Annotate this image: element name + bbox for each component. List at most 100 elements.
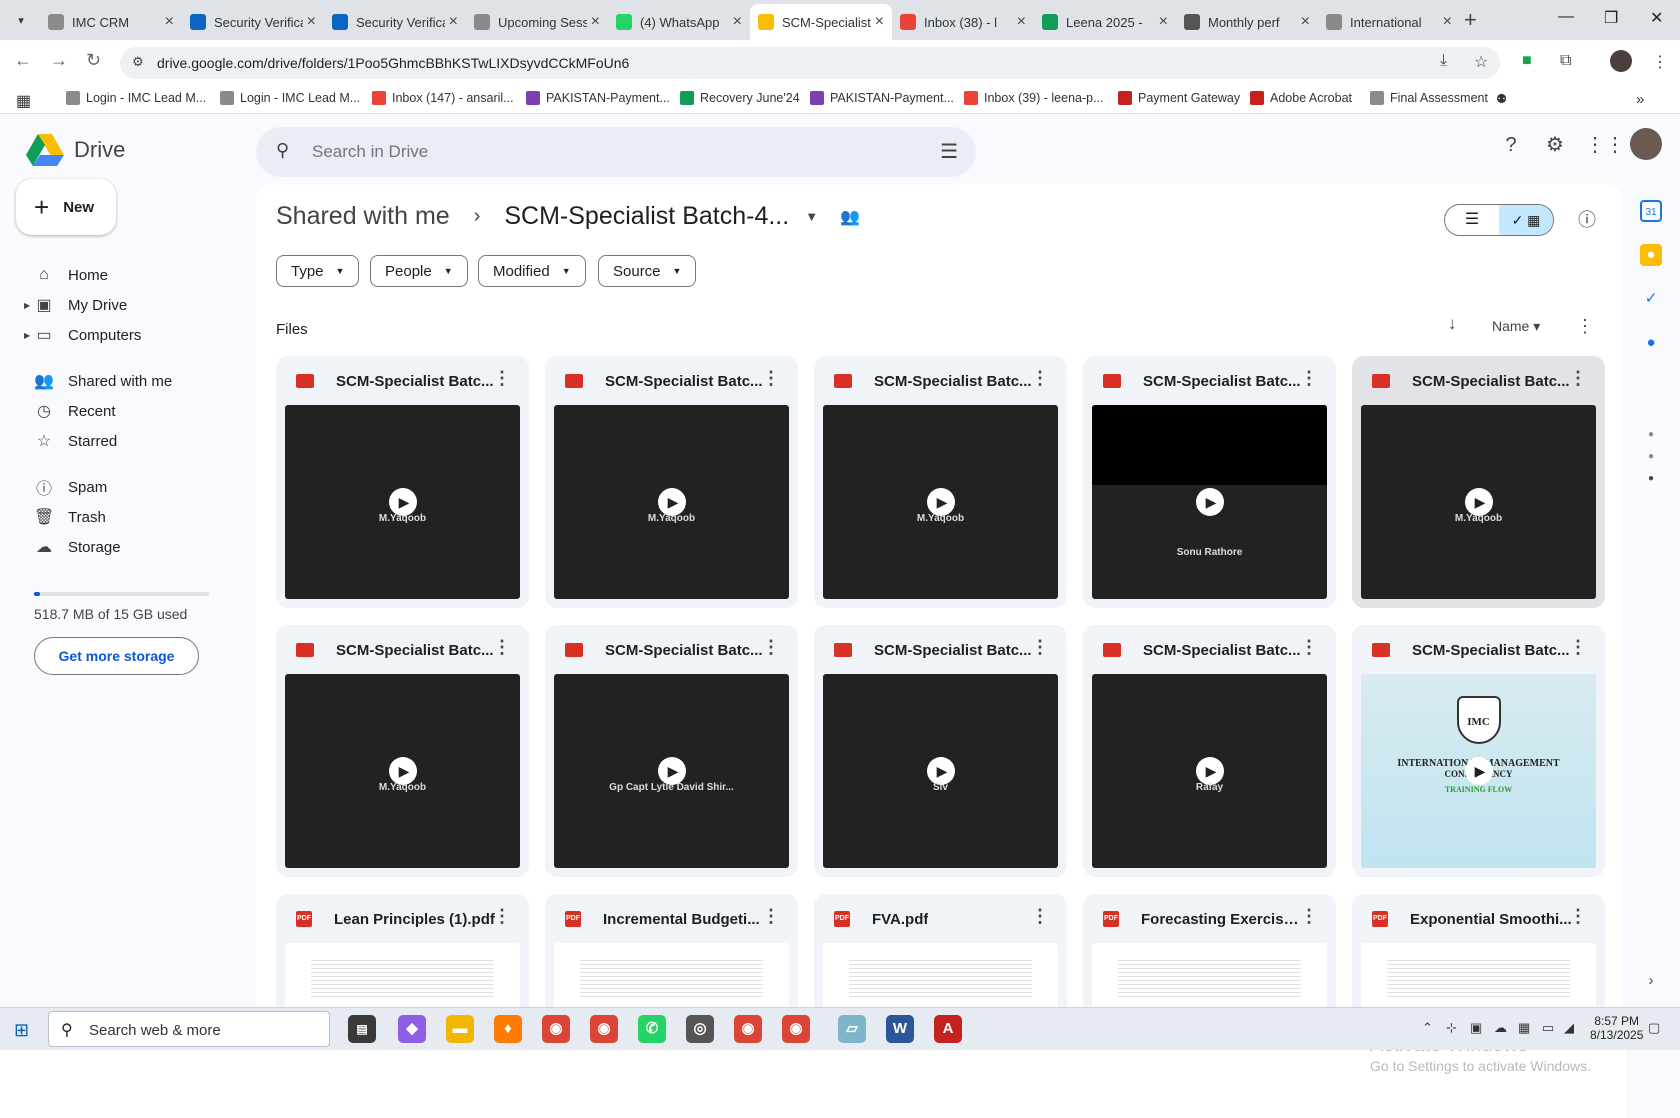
more-actions-icon[interactable]: ⋮ (493, 368, 511, 389)
more-actions-icon[interactable]: ⋮ (1300, 906, 1318, 927)
chrome-icon[interactable]: ◉ (542, 1015, 570, 1043)
drive-logo[interactable]: Drive (26, 134, 125, 166)
app-icon[interactable]: ▱ (838, 1015, 866, 1043)
close-tab-icon[interactable]: × (165, 13, 174, 31)
system-clock[interactable]: 8:57 PM 8/13/2025 (1590, 1014, 1643, 1042)
bookmark-item[interactable]: Inbox (147) - ansaril... (372, 91, 514, 105)
chrome-icon[interactable]: ◉ (782, 1015, 810, 1043)
file-card[interactable]: SCM-Specialist Batc... ⋮ ▶ Siv (814, 625, 1067, 877)
close-tab-icon[interactable]: × (591, 13, 600, 31)
file-card[interactable]: SCM-Specialist Batc... ⋮ ▶ M.Yaqoob (545, 356, 798, 608)
play-icon[interactable]: ▶ (926, 757, 955, 785)
browser-tab[interactable]: Leena 2025 - × (1034, 4, 1176, 40)
forward-button[interactable]: → (50, 50, 68, 71)
file-thumbnail[interactable]: IMCINTERNATIONAL MANAGEMENTCONSULTANCYTR… (1361, 674, 1596, 868)
more-bookmarks-chevron-icon[interactable]: » (1636, 91, 1644, 108)
address-bar[interactable]: ⚙ drive.google.com/drive/folders/1Poo5Gh… (120, 47, 1500, 79)
more-options-icon[interactable]: ⋮ (1576, 316, 1594, 337)
more-actions-icon[interactable]: ⋮ (762, 906, 780, 927)
browser-tab[interactable]: (4) WhatsApp × (608, 4, 750, 40)
more-actions-icon[interactable]: ⋮ (493, 637, 511, 658)
file-thumbnail[interactable]: ▶ Siv (823, 674, 1058, 868)
breadcrumb-parent[interactable]: Shared with me (276, 202, 450, 231)
close-tab-icon[interactable]: × (733, 13, 742, 31)
tray-icon[interactable]: ▦ (1518, 1020, 1530, 1036)
close-window-button[interactable]: ✕ (1650, 8, 1663, 28)
sidebar-item[interactable]: ▶ ▭ Computers (0, 320, 240, 350)
new-tab-button[interactable]: + (1464, 7, 1477, 33)
close-tab-icon[interactable]: × (1159, 13, 1168, 31)
bookmark-item[interactable]: Login - IMC Lead M... (220, 91, 360, 105)
file-card[interactable]: PDF Incremental Budgeti... ⋮ (545, 894, 798, 1007)
more-actions-icon[interactable]: ⋮ (1031, 637, 1049, 658)
site-info-icon[interactable]: ⚙ (132, 54, 144, 70)
profile-avatar-icon[interactable] (1610, 50, 1632, 72)
settings-gear-icon[interactable]: ⚙ (1542, 132, 1568, 158)
back-button[interactable]: ← (14, 50, 32, 71)
file-thumbnail[interactable]: ▶ M.Yaqoob (1361, 405, 1596, 599)
bookmark-item[interactable]: PAKISTAN-Payment... (526, 91, 670, 105)
more-actions-icon[interactable]: ⋮ (1031, 906, 1049, 927)
search-input[interactable] (312, 139, 872, 165)
play-icon[interactable]: ▶ (388, 757, 417, 785)
file-thumbnail[interactable]: ▶ M.Yaqoob (554, 405, 789, 599)
file-card[interactable]: SCM-Specialist Batc... ⋮ ▶ Gp Capt Lytle Da… (545, 625, 798, 877)
filter-chip[interactable]: Source ▼ (598, 255, 697, 287)
play-icon[interactable]: ▶ (1464, 488, 1493, 516)
file-thumbnail[interactable] (285, 943, 520, 1007)
more-actions-icon[interactable]: ⋮ (1569, 368, 1587, 389)
play-icon[interactable]: ▶ (926, 488, 955, 516)
expand-caret-icon[interactable]: ▶ (24, 301, 30, 310)
file-card[interactable]: PDF Forecasting Exercise... ⋮ (1083, 894, 1336, 1007)
browser-tab[interactable]: SCM-Specialist × (750, 4, 892, 40)
folder-menu-dropdown-icon[interactable]: ▼ (805, 209, 818, 224)
show-hidden-icons[interactable]: ⌃ (1422, 1020, 1433, 1036)
extension-icon[interactable]: ■ (1522, 52, 1532, 70)
help-icon[interactable]: ? (1498, 132, 1524, 158)
reload-button[interactable]: ↻ (86, 50, 101, 71)
minimize-button[interactable]: — (1558, 8, 1574, 26)
file-card[interactable]: PDF Lean Principles (1).pdf ⋮ (276, 894, 529, 1007)
bookmark-overflow-icon[interactable]: ⚉ (1496, 91, 1507, 106)
grid-view-icon[interactable]: ✓ ▦ (1499, 205, 1553, 235)
network-icon[interactable]: ▭ (1542, 1020, 1554, 1036)
more-actions-icon[interactable]: ⋮ (1300, 368, 1318, 389)
file-card[interactable]: SCM-Specialist Batc... ⋮ ▶ M.Yaqoob (1352, 356, 1605, 608)
file-thumbnail[interactable]: ▶ M.Yaqoob (285, 674, 520, 868)
close-tab-icon[interactable]: × (307, 13, 316, 31)
browser-tab[interactable]: Monthly perf × (1176, 4, 1318, 40)
file-thumbnail[interactable] (1361, 943, 1596, 1007)
more-actions-icon[interactable]: ⋮ (1031, 368, 1049, 389)
more-actions-icon[interactable]: ⋮ (762, 637, 780, 658)
volume-icon[interactable]: ◢ (1564, 1020, 1574, 1036)
app-icon[interactable]: ♦ (494, 1015, 522, 1043)
bookmark-star-icon[interactable]: ☆ (1474, 52, 1488, 72)
breadcrumb-current[interactable]: SCM-Specialist Batch-4... (504, 202, 789, 231)
keep-icon[interactable]: ● (1640, 244, 1662, 266)
bookmark-item[interactable]: Final Assessment (1370, 91, 1488, 105)
sidebar-item[interactable]: 👥 Shared with me (0, 366, 240, 396)
bookmark-item[interactable]: PAKISTAN-Payment... (810, 91, 954, 105)
browser-tab[interactable]: IMC CRM × (40, 4, 182, 40)
file-card[interactable]: PDF Exponential Smoothi... ⋮ (1352, 894, 1605, 1007)
acrobat-icon[interactable]: A (934, 1015, 962, 1043)
word-icon[interactable]: W (886, 1015, 914, 1043)
calendar-icon[interactable]: 31 (1640, 200, 1662, 222)
new-button[interactable]: + New (16, 179, 116, 235)
browser-tab[interactable]: International × (1318, 4, 1460, 40)
play-icon[interactable]: ▶ (388, 488, 417, 516)
more-actions-icon[interactable]: ⋮ (493, 906, 511, 927)
filter-chip[interactable]: Type ▼ (276, 255, 360, 287)
close-tab-icon[interactable]: × (875, 13, 884, 31)
tray-icon[interactable]: ▣ (1470, 1020, 1482, 1036)
sidebar-item[interactable]: ◷ Recent (0, 396, 240, 426)
filter-chip[interactable]: Modified ▼ (478, 255, 586, 287)
file-card[interactable]: SCM-Specialist Batc... ⋮ IMC INTERNATIONAL … (1352, 625, 1605, 877)
bookmark-item[interactable]: Recovery June'24 (680, 91, 800, 105)
file-card[interactable]: SCM-Specialist Batc... ⋮ ▶ M.Yaqoob (276, 356, 529, 608)
expand-panel-icon[interactable]: › (1640, 970, 1662, 992)
play-icon[interactable]: ▶ (657, 488, 686, 516)
contacts-icon[interactable]: ● (1640, 332, 1662, 354)
tasks-icon[interactable]: ✓ (1640, 288, 1662, 310)
browser-tab[interactable]: Upcoming Sessions× (466, 4, 608, 40)
